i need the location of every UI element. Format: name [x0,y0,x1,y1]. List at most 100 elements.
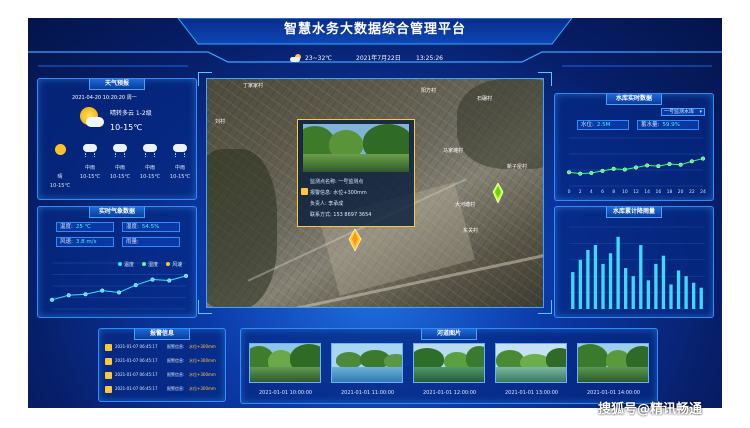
photo-date: 2021-01-01 10:00:00 [259,390,313,396]
meteo-panel: 实时气象数据 温度: 25 ℃ 湿度: 54.5% 风速: 3.8 m/s 雨量: 温… [37,206,197,318]
rainfall-bar-chart [569,226,705,310]
rain-bar [639,245,643,309]
reservoir-title: 水库实时数据 [606,94,662,105]
rain-icon [173,144,187,152]
rain-bar [676,270,681,309]
photo-date: 2021-01-01 14:00:00 [587,390,641,396]
rain-bar [646,280,650,309]
x-tick-label: 0 [568,189,571,195]
x-tick-label: 16 [655,189,661,195]
rain-icon [83,144,97,152]
meteo-legend: 温度 湿度 风速 [118,251,182,268]
alarm-row[interactable]: 2021-01-07 06:45:17 报警信息: 水位+300mm [105,357,225,367]
alert-icon [105,344,112,351]
map-frame-corners [198,72,552,314]
wind-stat: 风速: 3.8 m/s [56,237,114,247]
data-point [656,164,661,169]
x-tick-label: 8 [612,189,615,195]
patrol-panel: 河道图片 2021-01-01 10:00:00 2021-01-01 11:0… [240,328,658,404]
photo-date: 2021-01-01 12:00:00 [423,390,477,396]
sun-icon [54,144,66,155]
rain-icon [113,144,127,152]
rain-bar [692,282,696,309]
rainfall-title: 水库累计降雨量 [605,207,663,218]
weather-datetime: 2021-04-20 10:20:20 周一 [72,95,137,101]
rain-bar [586,249,590,309]
x-tick-label: 22 [689,189,695,195]
rain-stat: 雨量: [122,237,180,247]
x-tick-label: 12 [633,189,639,195]
water-level-stat: 水位: 2.5M [577,120,629,130]
river-photo[interactable] [331,343,403,383]
reservoir-select[interactable]: 一号监测水库 ▾ [661,108,705,116]
weather-temp: 10-15℃ [110,123,143,132]
x-tick-label: 10 [622,189,628,195]
river-photo[interactable] [413,343,485,383]
rain-bar [669,284,673,309]
alarm-title: 报警信息 [134,329,190,340]
x-tick-label: 20 [678,189,684,195]
data-point [611,166,616,171]
humidity-stat: 湿度: 54.5% [122,222,180,232]
header-temp: 23~32℃ [305,55,333,62]
temp-stat: 温度: 25 ℃ [56,222,114,232]
page-title: 智慧水务大数据综合管理平台 [283,22,466,37]
data-point [167,278,172,283]
alert-icon [105,372,112,379]
data-point [633,165,639,170]
x-tick-label: 24 [700,189,706,195]
rain-bar [684,276,688,309]
data-point [566,170,572,175]
rain-bar [661,255,666,309]
forecast-day-5: 中雨 10-15℃ [166,141,194,196]
meteo-line-chart [49,262,189,310]
forecast-day-3: 中雨 10-15℃ [106,141,134,196]
water-capacity-stat: 蓄水量: 59.9% [637,120,699,130]
x-tick-label: 18 [667,189,673,195]
rain-bar [616,236,620,309]
rain-bar [601,263,605,309]
series-line [51,275,187,301]
alarm-panel: 报警信息 2021-01-07 06:45:17 报警信息: 水位+300mm … [98,328,226,402]
rain-bar [654,263,658,309]
data-point [600,168,605,173]
river-photo[interactable] [249,343,321,383]
chevron-down-icon: ▾ [699,109,702,115]
data-point [678,162,683,167]
rain-bar [578,259,582,309]
cloud-sun-icon [290,54,302,62]
x-tick-label: 2 [579,189,582,195]
data-point [622,167,627,172]
rain-bar [624,268,628,309]
data-point [700,156,706,161]
reservoir-panel: 水库实时数据 一号监测水库 ▾ 水位: 2.5M 蓄水量: 59.9% 0 2 4 6 8 10… [554,93,714,201]
meteo-title: 实时气象数据 [89,207,145,218]
alarm-row[interactable]: 2021-01-07 06:45:17 报警信息: 水位+300mm [105,343,225,353]
data-point [133,283,138,288]
data-point [49,297,55,302]
x-tick-label: 14 [644,189,650,195]
data-point [667,162,672,167]
data-point [100,288,105,293]
rain-bar [699,287,703,309]
x-tick-label: 4 [590,189,593,195]
data-point [66,293,71,298]
data-point [150,277,155,282]
header-date: 2021年7月22日 [356,55,401,62]
data-point [589,170,594,176]
alarm-row[interactable]: 2021-01-07 06:45:17 报警信息: 水位+300mm [105,371,225,381]
x-tick-label: 6 [601,189,604,195]
photo-date: 2021-01-01 11:00:00 [341,390,395,396]
river-photo[interactable] [495,343,567,383]
river-photo[interactable] [577,343,649,383]
data-point [183,273,189,278]
alarm-row[interactable]: 2021-01-07 06:45:17 报警信息: 水位+300mm [105,385,225,395]
data-point [116,290,122,295]
rain-bar [631,276,635,309]
forecast-day-2: 中雨 10-15℃ [76,141,104,196]
forecast-day-1: 晴 10-15℃ [46,141,74,196]
header-time: 13:25:26 [416,55,443,62]
alert-icon [105,386,112,393]
sun-cloud-icon [78,107,104,129]
watermark: 搜狐号@精讯畅通 [598,402,703,417]
